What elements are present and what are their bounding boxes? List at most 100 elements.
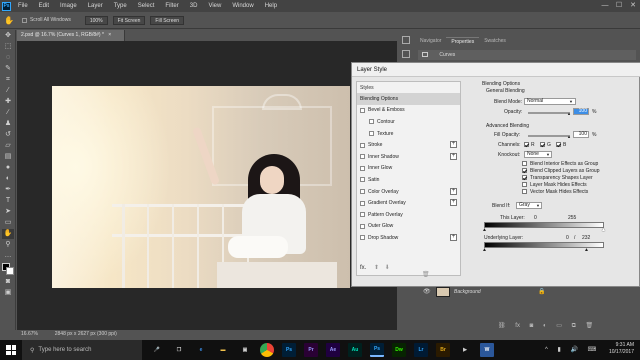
brush-tool-icon[interactable]: ∕ xyxy=(2,108,14,118)
taskbar-app-after-effects[interactable]: Ae xyxy=(326,343,340,357)
add-drop-shadow-icon[interactable]: + xyxy=(450,234,457,242)
layer-name[interactable]: Background xyxy=(454,289,481,295)
edge-icon[interactable]: e xyxy=(194,343,208,357)
taskbar-app-audition[interactable]: Au xyxy=(348,343,362,357)
knockout-select[interactable]: None ▼ xyxy=(524,151,552,158)
style-checkbox[interactable] xyxy=(360,212,365,218)
mask-icon[interactable]: ◙ xyxy=(530,323,534,329)
taskbar-app-photoshop-active[interactable]: Ps xyxy=(370,343,384,357)
style-inner-glow[interactable]: Inner Glow xyxy=(357,163,460,175)
eyedropper-tool-icon[interactable]: ⁄ xyxy=(2,86,14,96)
tab-navigator[interactable]: Navigator xyxy=(415,37,446,47)
style-checkbox[interactable] xyxy=(360,165,365,171)
screen-mode-icon[interactable]: ▣ xyxy=(2,288,14,298)
layer-mask-hides-checkbox[interactable] xyxy=(522,182,527,187)
file-explorer-icon[interactable]: ▬ xyxy=(216,343,230,357)
close-button[interactable]: ✕ xyxy=(626,0,640,12)
fill-opacity-slider-handle-icon[interactable]: ▲ xyxy=(567,134,571,139)
move-tool-icon[interactable]: ✥ xyxy=(2,31,14,41)
style-stroke[interactable]: Stroke + xyxy=(357,139,460,151)
add-color-overlay-icon[interactable]: + xyxy=(450,187,457,195)
menu-image[interactable]: Image xyxy=(60,3,77,9)
fx-icon[interactable]: fx xyxy=(515,323,520,329)
history-brush-tool-icon[interactable]: ↺ xyxy=(2,130,14,140)
blur-tool-icon[interactable]: ● xyxy=(2,163,14,173)
blend-clipped-checkbox[interactable] xyxy=(522,168,527,173)
crop-tool-icon[interactable]: ⌗ xyxy=(2,75,14,85)
document-close-icon[interactable]: × xyxy=(108,32,111,38)
channel-r-checkbox[interactable] xyxy=(524,142,529,147)
transparency-shapes-checkbox[interactable] xyxy=(522,175,527,180)
gradient-tool-icon[interactable]: ▤ xyxy=(2,152,14,162)
fill-screen-button[interactable]: Fill Screen xyxy=(150,15,185,25)
lasso-tool-icon[interactable]: ◌ xyxy=(2,53,14,63)
marquee-tool-icon[interactable]: ⬚ xyxy=(2,42,14,52)
style-color-overlay[interactable]: Color Overlay + xyxy=(357,186,460,198)
history-panel-icon[interactable] xyxy=(402,36,410,44)
opacity-slider[interactable] xyxy=(528,112,570,114)
this-layer-high-handle-icon[interactable]: ▲ xyxy=(601,227,606,233)
eraser-tool-icon[interactable]: ▱ xyxy=(2,141,14,151)
style-texture[interactable]: Texture xyxy=(357,128,460,140)
channel-g-checkbox[interactable] xyxy=(540,142,545,147)
move-up-icon[interactable]: ⬆ xyxy=(374,265,379,271)
move-down-icon[interactable]: ⬇ xyxy=(385,265,390,271)
styles-header[interactable]: Styles xyxy=(357,82,460,93)
taskbar-app-bridge[interactable]: Br xyxy=(436,343,450,357)
quick-mask-icon[interactable]: ◙ xyxy=(2,277,14,287)
dodge-tool-icon[interactable]: ◐ xyxy=(2,174,14,184)
folder-icon[interactable]: ▭ xyxy=(556,323,562,329)
maximize-button[interactable]: ☐ xyxy=(612,0,626,12)
style-checkbox[interactable] xyxy=(360,142,365,148)
document-tab[interactable]: 2.psd @ 16.7% (Curves 1, RGB/8#) * × xyxy=(17,30,125,41)
style-blending-options[interactable]: Blending Options xyxy=(357,93,460,105)
rectangle-tool-icon[interactable]: ▭ xyxy=(2,218,14,228)
menu-view[interactable]: View xyxy=(208,3,221,9)
opacity-input[interactable]: 100 xyxy=(573,108,589,115)
fx-menu-button[interactable]: fx. xyxy=(360,265,366,271)
zoom-level[interactable]: 16.67% xyxy=(21,331,38,337)
taskbar-search[interactable]: ⚲ Type here to search xyxy=(22,340,142,360)
mic-icon[interactable]: 🎤 xyxy=(150,343,164,357)
menu-layer[interactable]: Layer xyxy=(88,3,103,9)
pen-tool-icon[interactable]: ✒ xyxy=(2,185,14,195)
this-layer-low-handle-icon[interactable]: ▲ xyxy=(482,227,487,233)
delete-effect-icon[interactable]: 🗑 xyxy=(422,272,430,278)
style-satin[interactable]: Satin xyxy=(357,174,460,186)
blend-interior-checkbox[interactable] xyxy=(522,161,527,166)
fit-screen-button[interactable]: Fit Screen xyxy=(112,15,146,25)
menu-type[interactable]: Type xyxy=(114,3,127,9)
store-icon[interactable]: ▣ xyxy=(238,343,252,357)
chrome-icon[interactable] xyxy=(260,343,274,357)
vector-mask-hides-checkbox[interactable] xyxy=(522,189,527,194)
add-stroke-icon[interactable]: + xyxy=(450,141,457,149)
menu-filter[interactable]: Filter xyxy=(165,3,178,9)
type-tool-icon[interactable]: T xyxy=(2,196,14,206)
underlying-low-handle-icon[interactable]: ▲ xyxy=(482,247,487,253)
style-pattern-overlay[interactable]: Pattern Overlay xyxy=(357,209,460,221)
clone-stamp-tool-icon[interactable]: ♟ xyxy=(2,119,14,129)
tray-icons[interactable]: ^ ▮ 🔊 ⌨ xyxy=(545,346,600,353)
underlying-high-handle-icon[interactable]: ▲ xyxy=(584,247,589,253)
tab-swatches[interactable]: Swatches xyxy=(479,37,511,47)
tab-properties[interactable]: Properties xyxy=(446,37,480,47)
style-checkbox[interactable] xyxy=(360,154,365,160)
taskbar-app-premiere[interactable]: Pr xyxy=(304,343,318,357)
new-layer-icon[interactable]: ⧉ xyxy=(572,323,576,329)
task-view-icon[interactable]: ❐ xyxy=(172,343,186,357)
eye-icon[interactable]: 👁 xyxy=(423,288,431,295)
quick-select-tool-icon[interactable]: ✎ xyxy=(2,64,14,74)
style-drop-shadow[interactable]: Drop Shadow + xyxy=(357,232,460,244)
style-bevel-emboss[interactable]: Bevel & Emboss xyxy=(357,105,460,117)
menu-select[interactable]: Select xyxy=(138,3,155,9)
word-icon[interactable]: W xyxy=(480,343,494,357)
dialog-title[interactable]: Layer Style xyxy=(352,63,640,77)
style-contour[interactable]: Contour xyxy=(357,116,460,128)
zoom-tool-icon[interactable]: ⚲ xyxy=(2,240,14,250)
fill-opacity-input[interactable]: 100 xyxy=(573,131,589,138)
add-gradient-overlay-icon[interactable]: + xyxy=(450,199,457,207)
blend-if-select[interactable]: Gray ▼ xyxy=(516,202,542,209)
more-tools-icon[interactable]: … xyxy=(2,251,14,261)
trash-icon[interactable]: 🗑 xyxy=(586,323,594,329)
this-layer-gradient[interactable] xyxy=(484,222,604,228)
